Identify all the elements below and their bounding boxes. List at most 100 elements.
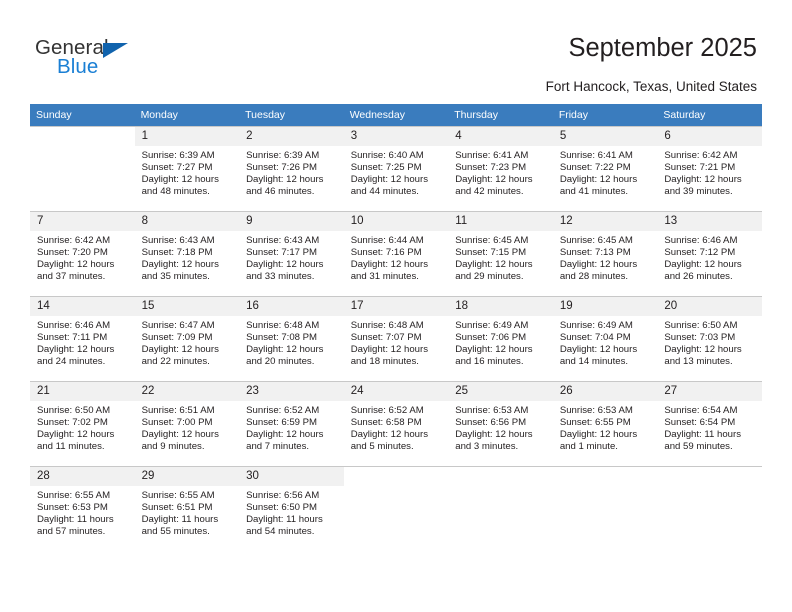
day-daylight-b-text: and 46 minutes. bbox=[246, 186, 315, 198]
calendar-day-cell[interactable]: 3 Sunrise: 6:40 AM Sunset: 7:25 PM Daylight… bbox=[343, 126, 449, 212]
day-sun-info: Sunrise: 6:39 AM Sunset: 7:26 PM Daylight:… bbox=[239, 146, 344, 198]
calendar-day-cell[interactable]: 26 Sunrise: 6:53 AM Sunset: 6:55 PM Dayligh… bbox=[552, 381, 658, 467]
day-daylight-b-text: and 13 minutes. bbox=[664, 356, 733, 368]
day-sunset-text: Sunset: 7:04 PM bbox=[559, 332, 631, 344]
day-number: 4 bbox=[448, 127, 553, 146]
day-sunset-text: Sunset: 6:53 PM bbox=[37, 502, 108, 514]
calendar-day-cell[interactable]: 18 Sunrise: 6:49 AM Sunset: 7:06 PM Dayligh… bbox=[448, 296, 553, 382]
day-sun-info: Sunrise: 6:52 AM Sunset: 6:58 PM Daylight:… bbox=[344, 401, 449, 453]
day-sun-info: Sunrise: 6:41 AM Sunset: 7:22 PM Daylight:… bbox=[553, 146, 658, 198]
day-sunset-text: Sunset: 6:51 PM bbox=[141, 502, 213, 514]
day-sunrise-text: Sunrise: 6:55 AM bbox=[141, 490, 215, 501]
day-daylight-a-text: Daylight: 12 hours bbox=[455, 344, 533, 356]
day-sun-info: Sunrise: 6:47 AM Sunset: 7:09 PM Daylight:… bbox=[135, 316, 240, 368]
day-sunrise-text: Sunrise: 6:48 AM bbox=[350, 320, 424, 331]
calendar-day-cell[interactable]: 24 Sunrise: 6:52 AM Sunset: 6:58 PM Dayligh… bbox=[343, 381, 449, 467]
calendar-day-cell[interactable]: 2 Sunrise: 6:39 AM Sunset: 7:26 PM Daylight… bbox=[239, 126, 344, 212]
day-daylight-b-text: and 41 minutes. bbox=[559, 186, 629, 198]
day-sunrise-text: Sunrise: 6:46 AM bbox=[664, 235, 738, 246]
day-sunrise-text: Sunrise: 6:55 AM bbox=[37, 490, 111, 501]
day-number: 10 bbox=[343, 212, 449, 231]
day-daylight-b-text: and 55 minutes. bbox=[141, 526, 210, 538]
day-daylight-b-text: and 57 minutes. bbox=[37, 526, 106, 538]
calendar-day-cell[interactable]: 10 Sunrise: 6:44 AM Sunset: 7:16 PM Dayligh… bbox=[343, 211, 449, 297]
calendar-day-cell[interactable]: 23 Sunrise: 6:52 AM Sunset: 6:59 PM Dayligh… bbox=[239, 381, 344, 467]
calendar-day-cell[interactable]: 16 Sunrise: 6:48 AM Sunset: 7:08 PM Dayligh… bbox=[239, 296, 344, 382]
day-daylight-b-text: and 14 minutes. bbox=[559, 356, 629, 368]
day-number: 7 bbox=[30, 212, 135, 231]
calendar-day-cell[interactable]: 8 Sunrise: 6:43 AM Sunset: 7:18 PM Daylight… bbox=[134, 211, 240, 297]
day-daylight-b-text: and 59 minutes. bbox=[664, 441, 733, 453]
calendar-day-cell[interactable]: 12 Sunrise: 6:45 AM Sunset: 7:13 PM Dayligh… bbox=[552, 211, 658, 297]
day-sunrise-text: Sunrise: 6:51 AM bbox=[141, 405, 215, 416]
day-sunrise-text: Sunrise: 6:43 AM bbox=[246, 235, 320, 246]
day-daylight-a-text: Daylight: 12 hours bbox=[350, 429, 429, 441]
day-daylight-a-text: Daylight: 12 hours bbox=[559, 344, 638, 356]
day-daylight-b-text: and 11 minutes. bbox=[37, 441, 105, 453]
day-sunset-text: Sunset: 6:55 PM bbox=[559, 417, 631, 429]
calendar-day-cell[interactable]: 20 Sunrise: 6:50 AM Sunset: 7:03 PM Dayligh… bbox=[657, 296, 762, 382]
day-number: 27 bbox=[657, 382, 762, 401]
calendar-day-cell[interactable]: 4 Sunrise: 6:41 AM Sunset: 7:23 PM Daylight… bbox=[448, 126, 553, 212]
day-sunset-text: Sunset: 7:18 PM bbox=[141, 247, 213, 259]
day-number: 25 bbox=[448, 382, 553, 401]
calendar-day-cell[interactable]: 17 Sunrise: 6:48 AM Sunset: 7:07 PM Dayligh… bbox=[343, 296, 449, 382]
weekday-header-sunday: Sunday bbox=[30, 104, 135, 127]
calendar-day-cell[interactable]: 14 Sunrise: 6:46 AM Sunset: 7:11 PM Dayligh… bbox=[30, 296, 135, 382]
day-number bbox=[30, 127, 135, 146]
general-blue-logo[interactable]: General Blue bbox=[35, 36, 165, 84]
calendar-day-cell[interactable]: 11 Sunrise: 6:45 AM Sunset: 7:15 PM Dayligh… bbox=[448, 211, 553, 297]
weekday-header-monday: Monday bbox=[134, 104, 240, 127]
day-sun-info: Sunrise: 6:53 AM Sunset: 6:56 PM Daylight:… bbox=[448, 401, 553, 453]
day-daylight-a-text: Daylight: 12 hours bbox=[141, 259, 219, 271]
day-number: 14 bbox=[30, 297, 135, 316]
day-sunrise-text: Sunrise: 6:39 AM bbox=[246, 150, 320, 161]
day-daylight-a-text: Daylight: 12 hours bbox=[37, 429, 115, 441]
calendar-day-cell[interactable]: 1 Sunrise: 6:39 AM Sunset: 7:27 PM Daylight… bbox=[134, 126, 240, 212]
calendar-day-cell[interactable]: 15 Sunrise: 6:47 AM Sunset: 7:09 PM Dayligh… bbox=[134, 296, 240, 382]
weekday-header-row: Sunday Monday Tuesday Wednesday Thursday… bbox=[30, 104, 762, 127]
day-sunrise-text: Sunrise: 6:50 AM bbox=[37, 405, 111, 416]
day-sun-info: Sunrise: 6:48 AM Sunset: 7:08 PM Daylight:… bbox=[239, 316, 344, 368]
calendar-day-cell[interactable]: 19 Sunrise: 6:49 AM Sunset: 7:04 PM Dayligh… bbox=[552, 296, 658, 382]
calendar-week-row: 21 Sunrise: 6:50 AM Sunset: 7:02 PM Dayligh… bbox=[30, 381, 762, 467]
calendar-day-cell[interactable]: 13 Sunrise: 6:46 AM Sunset: 7:12 PM Dayligh… bbox=[657, 211, 762, 297]
calendar-day-cell-empty bbox=[657, 466, 762, 551]
calendar-day-cell[interactable]: 29 Sunrise: 6:55 AM Sunset: 6:51 PM Dayligh… bbox=[134, 466, 240, 551]
day-sunrise-text: Sunrise: 6:49 AM bbox=[559, 320, 633, 331]
day-daylight-a-text: Daylight: 12 hours bbox=[559, 174, 638, 186]
calendar-day-cell[interactable]: 30 Sunrise: 6:56 AM Sunset: 6:50 PM Dayligh… bbox=[239, 466, 344, 551]
calendar-day-cell[interactable]: 22 Sunrise: 6:51 AM Sunset: 7:00 PM Dayligh… bbox=[134, 381, 240, 467]
day-sunset-text: Sunset: 7:13 PM bbox=[559, 247, 631, 259]
day-sunrise-text: Sunrise: 6:45 AM bbox=[455, 235, 529, 246]
day-daylight-b-text: and 1 minute. bbox=[559, 441, 618, 453]
day-daylight-b-text: and 7 minutes. bbox=[246, 441, 310, 453]
calendar-day-cell[interactable]: 25 Sunrise: 6:53 AM Sunset: 6:56 PM Dayligh… bbox=[448, 381, 553, 467]
day-sunrise-text: Sunrise: 6:52 AM bbox=[246, 405, 320, 416]
day-sunrise-text: Sunrise: 6:54 AM bbox=[664, 405, 738, 416]
calendar-day-cell[interactable]: 5 Sunrise: 6:41 AM Sunset: 7:22 PM Daylight… bbox=[552, 126, 658, 212]
day-daylight-a-text: Daylight: 12 hours bbox=[141, 429, 219, 441]
day-sunset-text: Sunset: 7:22 PM bbox=[559, 162, 631, 174]
day-number: 13 bbox=[657, 212, 762, 231]
day-sunrise-text: Sunrise: 6:49 AM bbox=[455, 320, 529, 331]
day-number: 1 bbox=[134, 127, 240, 146]
day-daylight-a-text: Daylight: 11 hours bbox=[141, 514, 219, 526]
calendar-day-cell[interactable]: 27 Sunrise: 6:54 AM Sunset: 6:54 PM Dayligh… bbox=[657, 381, 762, 467]
calendar-day-cell[interactable]: 7 Sunrise: 6:42 AM Sunset: 7:20 PM Daylight… bbox=[30, 211, 135, 297]
day-sunset-text: Sunset: 7:07 PM bbox=[350, 332, 422, 344]
calendar-day-cell[interactable]: 21 Sunrise: 6:50 AM Sunset: 7:02 PM Dayligh… bbox=[30, 381, 135, 467]
day-sun-info: Sunrise: 6:45 AM Sunset: 7:15 PM Daylight:… bbox=[448, 231, 553, 283]
calendar-day-cell[interactable]: 6 Sunrise: 6:42 AM Sunset: 7:21 PM Daylight… bbox=[657, 126, 762, 212]
calendar-day-cell[interactable]: 28 Sunrise: 6:55 AM Sunset: 6:53 PM Dayligh… bbox=[30, 466, 135, 551]
day-daylight-b-text: and 29 minutes. bbox=[455, 271, 524, 283]
day-sunset-text: Sunset: 6:50 PM bbox=[246, 502, 318, 514]
day-number: 17 bbox=[343, 297, 449, 316]
day-sun-info: Sunrise: 6:50 AM Sunset: 7:02 PM Daylight:… bbox=[30, 401, 135, 453]
calendar-day-cell[interactable]: 9 Sunrise: 6:43 AM Sunset: 7:17 PM Daylight… bbox=[239, 211, 344, 297]
day-daylight-b-text: and 44 minutes. bbox=[350, 186, 419, 198]
day-sunrise-text: Sunrise: 6:39 AM bbox=[141, 150, 215, 161]
day-daylight-a-text: Daylight: 12 hours bbox=[246, 259, 324, 271]
day-number: 12 bbox=[552, 212, 658, 231]
day-sunrise-text: Sunrise: 6:43 AM bbox=[141, 235, 215, 246]
